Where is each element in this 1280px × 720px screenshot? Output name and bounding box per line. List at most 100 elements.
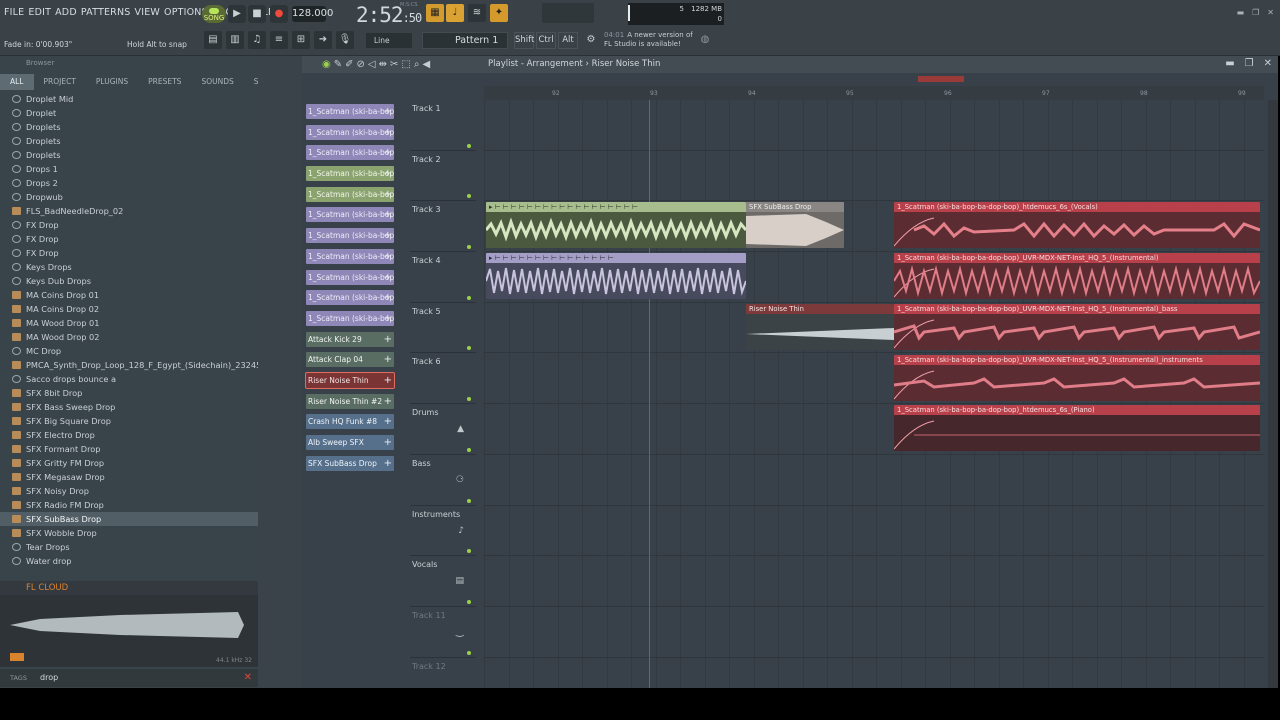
update-notice[interactable]: 04:01 A newer version of FL Studio is ava… — [604, 31, 693, 49]
track-enable-led[interactable] — [467, 447, 471, 452]
browser-item[interactable]: SFX Bass Sweep Drop — [0, 400, 258, 414]
arrangement-clip-inst-bass[interactable]: 1_Scatman (ski-ba-bop-ba-dop-bop)_UVR-MD… — [894, 304, 1260, 350]
track-header[interactable]: Drums ▲ — [410, 404, 476, 455]
browser-tab-plugins[interactable]: PLUGINS — [86, 74, 138, 90]
browser-item[interactable]: MC Drop — [0, 344, 258, 358]
track-enable-led[interactable] — [467, 245, 471, 250]
browser-item[interactable]: SFX 8bit Drop — [0, 386, 258, 400]
zoom-icon[interactable]: ⌕ — [414, 59, 420, 70]
menu-add[interactable]: ADD — [55, 7, 77, 18]
clip-source-item[interactable]: 1_Scatman (ski-ba-bop-ba-dop-bop)_UVR-MD… — [306, 228, 394, 244]
close-icon[interactable]: ✕ — [1264, 58, 1272, 69]
browser-item[interactable]: Droplets — [0, 120, 258, 134]
menu-edit[interactable]: EDIT — [28, 7, 51, 18]
minimize-icon[interactable]: ▬ — [1225, 58, 1234, 69]
browser-item[interactable]: Keys Drops — [0, 260, 258, 274]
browser-item[interactable]: Droplet — [0, 106, 258, 120]
ctrl-key-button[interactable]: Ctrl — [536, 32, 556, 49]
waveform-preview[interactable]: 44.1 kHz 32 — [0, 595, 258, 667]
arrangement-clip-green[interactable]: ▸ ⊢ ⊢ ⊢ ⊢ ⊢ ⊢ ⊢ ⊢ ⊢ ⊢ ⊢ ⊢ ⊢ ⊢ ⊢ ⊢ ⊢ ⊢ — [486, 202, 746, 248]
browser-item[interactable]: SFX Gritty FM Drop — [0, 456, 258, 470]
track-lane[interactable] — [484, 556, 1264, 607]
clip-source-item[interactable]: 1_Scatman (ski-ba-bop-ba-dop-bop)_htdemu… — [306, 145, 394, 161]
play-button[interactable]: ▶ — [228, 5, 246, 23]
clip-source-item[interactable]: SFX SubBass Drop — [306, 455, 394, 471]
shift-key-button[interactable]: Shift — [514, 32, 534, 49]
browser-item[interactable]: SFX Radio FM Drop — [0, 498, 258, 512]
vertical-scrollbar[interactable] — [1268, 100, 1278, 688]
track-lane[interactable] — [484, 455, 1264, 506]
track-header[interactable]: Track 5 — [410, 303, 476, 354]
magnet-icon[interactable]: ◉ — [322, 59, 331, 70]
arrow-right-icon[interactable]: ➜ — [314, 31, 332, 49]
clip-source-item[interactable]: 1_Scatman (ski-ba-bop-ba-dop-bop)_vocals — [306, 310, 394, 326]
clip-source-item[interactable]: 1_Scatman (ski-ba-bop-ba-dop-bop)_htdemu… — [306, 186, 394, 202]
song-pattern-toggle[interactable]: SONG — [202, 5, 226, 23]
clip-source-item[interactable]: Attack Clap 04 — [306, 352, 394, 368]
track-header[interactable]: Track 11 ⏝ — [410, 607, 476, 658]
browser-item[interactable]: MA Wood Drop 01 — [0, 316, 258, 330]
mute-icon[interactable]: ◁ — [368, 59, 376, 70]
browser-item[interactable]: Drops 1 — [0, 162, 258, 176]
maximize-icon[interactable]: ❐ — [1252, 8, 1259, 17]
metronome-icon[interactable]: ♩ — [446, 4, 464, 22]
clip-source-item[interactable]: Riser Noise Thin — [305, 371, 395, 389]
browser-item[interactable]: SFX SubBass Drop — [0, 512, 258, 526]
track-lane[interactable] — [484, 100, 1264, 151]
clip-source-item[interactable]: Attack Kick 29 — [306, 331, 394, 347]
snap-select[interactable]: Line — [366, 33, 412, 48]
track-enable-led[interactable] — [467, 397, 471, 402]
slice-icon[interactable]: ✂ — [390, 59, 398, 70]
track-header[interactable]: Track 6 — [410, 353, 476, 405]
typing-keyboard-icon[interactable]: ▦ — [426, 4, 444, 22]
browser-item[interactable]: FX Drop — [0, 218, 258, 232]
track-header[interactable]: Track 1 — [410, 100, 476, 151]
browser-tab-project[interactable]: PROJECT — [34, 74, 86, 90]
playhead[interactable] — [649, 100, 650, 688]
arrangement-clip-lavender[interactable]: ▸ ⊢ ⊢ ⊢ ⊢ ⊢ ⊢ ⊢ ⊢ ⊢ ⊢ ⊢ ⊢ ⊢ ⊢ ⊢ — [486, 253, 746, 299]
browser-item[interactable]: SFX Megasaw Drop — [0, 470, 258, 484]
browser-tab-all[interactable]: ALL — [0, 74, 34, 90]
browser-item[interactable]: Dropwub — [0, 190, 258, 204]
clip-source-item[interactable]: 1_Scatman (ski-ba-bop-ba-dop-bop)_bass — [306, 269, 394, 285]
browser-item[interactable]: MA Coins Drop 01 — [0, 288, 258, 302]
clip-source-item[interactable]: Alb Sweep SFX — [306, 435, 394, 450]
arrangement-grid[interactable]: ▸ ⊢ ⊢ ⊢ ⊢ ⊢ ⊢ ⊢ ⊢ ⊢ ⊢ ⊢ ⊢ ⊢ ⊢ ⊢ ⊢ ⊢ ⊢ SF… — [484, 100, 1264, 688]
menu-file[interactable]: FILE — [4, 7, 24, 18]
track-enable-led[interactable] — [467, 346, 471, 351]
arrangement-clip-piano[interactable]: 1_Scatman (ski-ba-bop-ba-dop-bop)_htdemu… — [894, 405, 1260, 451]
timeline-ruler[interactable]: 92 93 94 95 96 97 98 99 — [484, 86, 1264, 100]
clip-source-item[interactable]: 1_Scatman (ski-ba-bop-ba-dop-bop)_Inst — [306, 248, 394, 264]
menu-view[interactable]: VIEW — [135, 7, 161, 18]
channel-rack-icon[interactable]: ▥ — [226, 31, 244, 49]
browser-item[interactable]: Droplets — [0, 148, 258, 162]
countdown-icon[interactable]: ✦ — [490, 4, 508, 22]
wait-for-input-icon[interactable]: ≋ — [468, 4, 486, 22]
playlist-icon[interactable]: ≡ — [270, 31, 288, 49]
select-icon[interactable]: ⬚ — [401, 59, 410, 70]
alt-key-button[interactable]: Alt — [558, 32, 578, 49]
menu-patterns[interactable]: PATTERNS — [81, 7, 131, 18]
browser-item[interactable]: FX Drop — [0, 246, 258, 260]
arrangement-clip-subbass[interactable]: SFX SubBass Drop — [746, 202, 844, 248]
globe-icon[interactable]: ◍ — [696, 31, 714, 49]
track-header[interactable]: Track 3 — [410, 201, 476, 253]
record-button[interactable]: ● — [270, 5, 288, 23]
maximize-icon[interactable]: ❐ — [1245, 58, 1254, 69]
search-input[interactable]: drop — [40, 673, 58, 682]
browser-item[interactable]: FX Drop — [0, 232, 258, 246]
browser-tab-presets[interactable]: PRESETS — [138, 74, 191, 90]
microphone-icon[interactable]: 🎙 — [336, 31, 354, 49]
browser-tab-sounds[interactable]: SOUNDS — [191, 74, 243, 90]
tags-label[interactable]: TAGS — [10, 674, 27, 682]
track-enable-led[interactable] — [467, 498, 471, 503]
track-lane[interactable] — [484, 151, 1264, 202]
track-header[interactable]: Track 4 — [410, 252, 476, 303]
browser-item[interactable]: SFX Noisy Drop — [0, 484, 258, 498]
fl-cloud-header[interactable]: FL CLOUD — [0, 581, 258, 595]
track-enable-led[interactable] — [467, 143, 471, 148]
clip-source-item[interactable]: 1_Scatman (ski-ba-bop-ba-dop-bop)_htdemu… — [306, 166, 394, 182]
pattern-selector[interactable]: Pattern 1 — [422, 32, 508, 49]
mixer-icon[interactable]: ▤ — [204, 31, 222, 49]
browser-item[interactable]: MA Wood Drop 02 — [0, 330, 258, 344]
